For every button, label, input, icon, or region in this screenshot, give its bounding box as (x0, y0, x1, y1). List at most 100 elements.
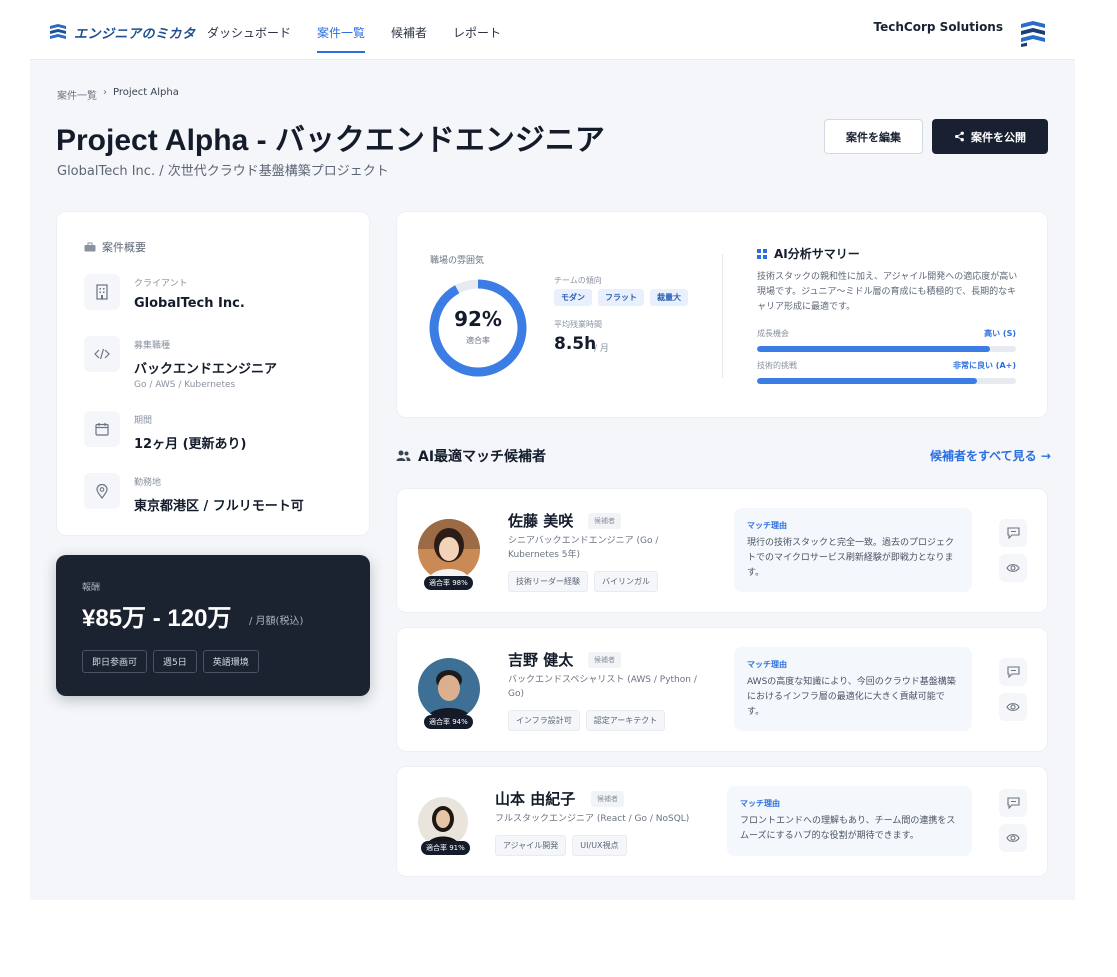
candidate-name: 吉野 健太 (508, 651, 574, 669)
match-reason-box: マッチ理由 フロントエンドへの理解もあり、チーム間の連携をスムーズにするハブ的な… (727, 786, 972, 856)
main-content: 案件一覧 › Project Alpha Project Alpha - バック… (30, 60, 1075, 900)
match-reason-text: フロントエンドへの理解もあり、チーム間の連携をスムーズにするハブ的な役割が期待で… (740, 816, 956, 841)
metric-challenge: 技術的挑戦 非常に良い (A+) (757, 360, 1016, 384)
overview-card: 案件概要 クライアント GlobalTech Inc. 募集職種 バックエンドエ… (56, 211, 370, 536)
trend-tags: モダン フラット 裁量大 (554, 289, 688, 306)
metric-value: 高い (S) (984, 329, 1016, 338)
publish-button-label: 案件を公開 (971, 130, 1026, 144)
divider (722, 254, 723, 378)
candidate-tags: インフラ設計可 認定アーキテクト (508, 710, 666, 731)
overview-period: 期間 12ヶ月 (更新あり) (84, 411, 247, 452)
match-reason-box: マッチ理由 AWSの高度な知識により、今回のクラウド基盤構築におけるインフラ層の… (734, 647, 972, 731)
nav-dashboard[interactable]: ダッシュボード (194, 0, 304, 60)
match-badge: 適合率 98% (424, 576, 473, 590)
logo-text: エンジニアのミカタ (74, 26, 196, 42)
match-badge: 適合率 94% (424, 715, 473, 729)
metric-growth: 成長機会 高い (S) (757, 328, 1016, 352)
match-reason-box: マッチ理由 現行の技術スタックと完全一致。過去のプロジェクトでのマイクロサービス… (734, 508, 972, 592)
metric-value: 非常に良い (A+) (953, 361, 1016, 370)
match-reason-title: マッチ理由 (747, 521, 787, 530)
match-reason-title: マッチ理由 (747, 660, 787, 669)
candidate-tags: 技術リーダー経験 バイリンガル (508, 571, 658, 592)
compensation-tag: 週5日 (153, 650, 197, 673)
overview-client: クライアント GlobalTech Inc. (84, 274, 245, 311)
candidate-role: フルスタックエンジニア (React / Go / NoSQL) (495, 814, 690, 824)
compensation-tags: 即日参画可 週5日 英語環境 (82, 650, 259, 673)
match-label: 適合率 (466, 336, 490, 345)
trend-label: チームの傾向 (554, 276, 602, 285)
message-button[interactable] (999, 519, 1027, 547)
period-value: 12ヶ月 (更新あり) (134, 437, 247, 452)
candidate-role: バックエンドスペシャリスト (AWS / Python / Go) (508, 675, 697, 699)
overtime-unit: / 月 (594, 344, 609, 354)
publish-project-button[interactable]: 案件を公開 (932, 119, 1048, 154)
candidate-card[interactable]: 適合率 98% 佐藤 美咲 候補者 シニアバックエンドエンジニア (Go / K… (396, 488, 1048, 613)
skill-tag: アジャイル開発 (495, 835, 567, 856)
overview-title: 案件概要 (102, 241, 146, 254)
role-value: バックエンドエンジニア (134, 362, 278, 377)
compensation-label: 報酬 (82, 583, 101, 593)
breadcrumb-current: Project Alpha (113, 87, 179, 98)
chat-icon (1006, 666, 1020, 678)
match-reason-text: 現行の技術スタックと完全一致。過去のプロジェクトでのマイクロサービス刷新経験が即… (747, 538, 955, 578)
match-reason-title: マッチ理由 (740, 799, 780, 808)
candidate-name: 山本 由紀子 (495, 790, 576, 808)
candidate-card[interactable]: 適合率 91% 山本 由紀子 候補者 フルスタックエンジニア (React / … (396, 766, 1048, 877)
main-nav: ダッシュボード 案件一覧 候補者 レポート (194, 0, 514, 60)
skill-tag: 技術リーダー経験 (508, 571, 588, 592)
metric-bar-fill (757, 378, 978, 384)
avatar (418, 658, 480, 720)
overview-role: 募集職種 バックエンドエンジニア Go / AWS / Kubernetes (84, 336, 277, 390)
skill-tag: 認定アーキテクト (585, 710, 666, 731)
compensation-amount: ¥85万 - 120万 (82, 605, 232, 632)
edit-project-button[interactable]: 案件を編集 (824, 119, 923, 154)
metric-label: 成長機会 (757, 329, 789, 338)
see-all-candidates-link[interactable]: 候補者をすべて見る → (930, 447, 1051, 464)
view-profile-button[interactable] (999, 693, 1027, 721)
top-header: エンジニアのミカタ ダッシュボード 案件一覧 候補者 レポート TechCorp… (30, 0, 1075, 60)
overview-location: 勤務地 東京都港区 / フルリモート可 (84, 473, 304, 514)
trend-tag: フラット (598, 289, 644, 306)
grid-icon (757, 248, 767, 259)
company-name: TechCorp Solutions (873, 20, 1003, 34)
client-value: GlobalTech Inc. (134, 296, 245, 311)
nav-reports[interactable]: レポート (440, 0, 514, 60)
metric-label: 技術的挑戦 (757, 361, 797, 370)
code-icon (84, 336, 120, 372)
candidates-title: AI最適マッチ候補者 (418, 449, 547, 465)
page-subtitle: GlobalTech Inc. / 次世代クラウド基盤構築プロジェクト (57, 164, 389, 179)
breadcrumb: 案件一覧 › Project Alpha (57, 87, 179, 102)
client-label: クライアント (134, 279, 188, 289)
nav-projects[interactable]: 案件一覧 (304, 0, 378, 60)
users-icon (396, 450, 411, 461)
logo-mark-icon (50, 24, 66, 39)
breadcrumb-separator: › (103, 87, 107, 98)
candidate-status-badge: 候補者 (588, 513, 621, 529)
atmosphere-card: 職場の雰囲気 92% 適合率 チームの傾向 モダン フラット 裁量大 平均残業時… (396, 211, 1048, 418)
candidate-name: 佐藤 美咲 (508, 512, 574, 530)
view-profile-button[interactable] (999, 824, 1027, 852)
metric-bar (757, 378, 1016, 384)
compensation-tag: 英語環境 (202, 650, 259, 673)
skill-tag: インフラ設計可 (508, 710, 580, 731)
role-stack: Go / AWS / Kubernetes (134, 380, 236, 390)
overview-header: 案件概要 (84, 239, 146, 255)
breadcrumb-parent[interactable]: 案件一覧 (57, 87, 97, 102)
message-button[interactable] (999, 789, 1027, 817)
message-button[interactable] (999, 658, 1027, 686)
ai-summary-header: AI分析サマリー (757, 245, 860, 262)
atmosphere-label: 職場の雰囲気 (430, 256, 485, 266)
chat-icon (1006, 797, 1020, 809)
app-logo[interactable]: エンジニアのミカタ (48, 22, 196, 42)
eye-icon (1006, 703, 1020, 711)
view-profile-button[interactable] (999, 554, 1027, 582)
location-pin-icon (84, 473, 120, 509)
match-reason-text: AWSの高度な知識により、今回のクラウド基盤構築におけるインフラ層の最適化に大き… (747, 677, 956, 717)
eye-icon (1006, 834, 1020, 842)
compensation-card: 報酬 ¥85万 - 120万 / 月額(税込) 即日参画可 週5日 英語環境 (56, 555, 370, 696)
nav-candidates[interactable]: 候補者 (378, 0, 440, 60)
skill-tag: UI/UX視点 (572, 835, 627, 856)
building-icon (84, 274, 120, 310)
candidate-card[interactable]: 適合率 94% 吉野 健太 候補者 バックエンドスペシャリスト (AWS / P… (396, 627, 1048, 752)
company-logo-icon[interactable] (1019, 20, 1047, 48)
